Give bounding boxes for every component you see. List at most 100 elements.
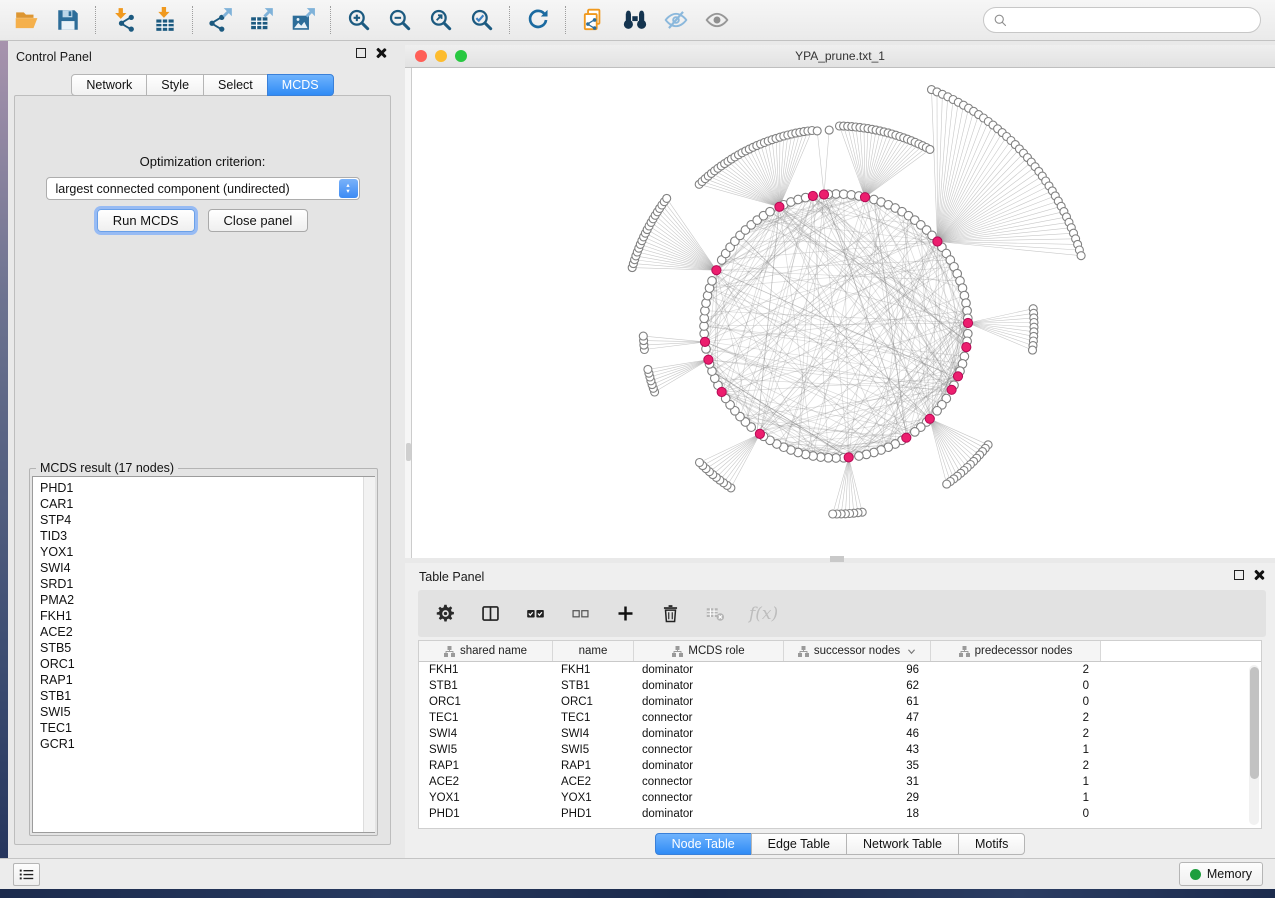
export-image-button[interactable] <box>282 3 323 37</box>
mcds-node[interactable] <box>717 387 726 396</box>
table-row[interactable]: SWI4SWI4dominator462 <box>419 726 1261 742</box>
mcds-node[interactable] <box>755 429 764 438</box>
traffic-light-minimize-icon[interactable] <box>435 50 447 62</box>
mcds-node[interactable] <box>947 385 956 394</box>
network-node[interactable] <box>1077 252 1085 260</box>
refresh-layout-button[interactable] <box>517 3 558 37</box>
search-box[interactable] <box>983 7 1261 33</box>
mcds-node[interactable] <box>933 237 942 246</box>
task-history-button[interactable] <box>13 863 40 886</box>
tab-motifs[interactable]: Motifs <box>958 833 1025 855</box>
mcds-result-item[interactable]: ORC1 <box>40 656 374 672</box>
table-row[interactable]: RAP1RAP1dominator352 <box>419 758 1261 774</box>
mcds-result-item[interactable]: SWI4 <box>40 560 374 576</box>
table-row[interactable]: ACE2ACE2connector311 <box>419 774 1261 790</box>
network-vertical-scrollbar[interactable] <box>405 68 412 558</box>
clone-network-button[interactable] <box>573 3 614 37</box>
table-row[interactable]: TEC1TEC1connector472 <box>419 710 1261 726</box>
network-node[interactable] <box>813 127 821 135</box>
settings-gear-button[interactable] <box>434 599 456 629</box>
table-row[interactable]: STB1STB1dominator620 <box>419 678 1261 694</box>
table-row[interactable]: PHD1PHD1dominator180 <box>419 806 1261 822</box>
network-node[interactable] <box>926 145 934 153</box>
column-layout-button[interactable] <box>479 599 501 629</box>
mcds-result-item[interactable]: STB5 <box>40 640 374 656</box>
mcds-result-item[interactable]: CAR1 <box>40 496 374 512</box>
network-node[interactable] <box>829 510 837 518</box>
mcds-result-item[interactable]: ACE2 <box>40 624 374 640</box>
zoom-in-button[interactable] <box>338 3 379 37</box>
mcds-node[interactable] <box>962 343 971 352</box>
network-node[interactable] <box>663 194 671 202</box>
mcds-node[interactable] <box>712 266 721 275</box>
tab-edge-table[interactable]: Edge Table <box>751 833 847 855</box>
network-horizontal-scrollbar-thumb[interactable] <box>830 556 844 562</box>
close-panel-button[interactable]: Close panel <box>208 209 309 232</box>
mcds-node[interactable] <box>902 433 911 442</box>
mcds-node[interactable] <box>704 355 713 364</box>
mcds-result-item[interactable]: TID3 <box>40 528 374 544</box>
mcds-node[interactable] <box>775 202 784 211</box>
tab-style[interactable]: Style <box>146 74 204 96</box>
network-node[interactable] <box>639 332 647 340</box>
column-header-predecessor-nodes[interactable]: predecessor nodes <box>931 641 1101 661</box>
network-node[interactable] <box>1029 346 1037 354</box>
table-scrollbar-thumb[interactable] <box>1250 667 1259 779</box>
tab-node-table[interactable]: Node Table <box>655 833 752 855</box>
tab-network[interactable]: Network <box>71 74 147 96</box>
delete-column-button[interactable] <box>659 599 681 629</box>
zoom-out-button[interactable] <box>379 3 420 37</box>
network-node[interactable] <box>825 126 833 134</box>
close-table-panel-icon[interactable] <box>1253 569 1265 581</box>
mcds-result-item[interactable]: PHD1 <box>40 480 374 496</box>
mcds-node[interactable] <box>860 193 869 202</box>
network-node[interactable] <box>644 365 652 373</box>
add-column-button[interactable] <box>614 599 636 629</box>
float-table-panel-icon[interactable] <box>1234 570 1244 580</box>
zoom-fit-button[interactable] <box>420 3 461 37</box>
save-session-button[interactable] <box>47 3 88 37</box>
table-row[interactable]: FKH1FKH1dominator962 <box>419 662 1261 678</box>
mcds-result-item[interactable]: SWI5 <box>40 704 374 720</box>
traffic-light-maximize-icon[interactable] <box>455 50 467 62</box>
network-node[interactable] <box>708 277 717 286</box>
tab-select[interactable]: Select <box>203 74 268 96</box>
tab-mcds[interactable]: MCDS <box>267 74 334 96</box>
mcds-result-item[interactable]: SRD1 <box>40 576 374 592</box>
network-node[interactable] <box>911 428 920 437</box>
function-builder-button[interactable]: f(x) <box>749 599 778 629</box>
mcds-result-item[interactable]: FKH1 <box>40 608 374 624</box>
search-input[interactable] <box>1014 13 1251 27</box>
mcds-list-scrollbar[interactable] <box>363 477 375 832</box>
column-header-MCDS-role[interactable]: MCDS role <box>634 641 784 661</box>
column-header-name[interactable]: name <box>553 641 634 661</box>
mcds-result-item[interactable]: YOX1 <box>40 544 374 560</box>
unselect-all-checkboxes-button[interactable] <box>569 599 591 629</box>
mcds-node[interactable] <box>844 453 853 462</box>
mcds-result-list[interactable]: PHD1CAR1STP4TID3YOX1SWI4SRD1PMA2FKH1ACE2… <box>32 476 375 833</box>
mcds-result-item[interactable]: STB1 <box>40 688 374 704</box>
traffic-light-close-icon[interactable] <box>415 50 427 62</box>
column-header-successor-nodes[interactable]: successor nodes <box>784 641 931 661</box>
network-node[interactable] <box>933 407 942 416</box>
float-panel-icon[interactable] <box>356 48 366 58</box>
mcds-node[interactable] <box>700 337 709 346</box>
mcds-node[interactable] <box>953 372 962 381</box>
mcds-node[interactable] <box>819 190 828 199</box>
criterion-dropdown[interactable]: largest connected component (undirected)… <box>46 177 360 200</box>
export-network-button[interactable] <box>200 3 241 37</box>
network-canvas[interactable] <box>405 68 1275 558</box>
run-mcds-button[interactable]: Run MCDS <box>97 209 195 232</box>
open-file-button[interactable] <box>6 3 47 37</box>
network-node[interactable] <box>696 459 704 467</box>
delete-table-button[interactable] <box>704 599 726 629</box>
network-vertical-scrollbar-thumb[interactable] <box>406 443 411 461</box>
table-row[interactable]: SWI5SWI5connector431 <box>419 742 1261 758</box>
import-table-button[interactable] <box>144 3 185 37</box>
import-network-button[interactable] <box>103 3 144 37</box>
mcds-result-item[interactable]: TEC1 <box>40 720 374 736</box>
network-node[interactable] <box>943 480 951 488</box>
show-all-button[interactable] <box>696 3 737 37</box>
hide-selected-button[interactable] <box>655 3 696 37</box>
memory-button[interactable]: Memory <box>1179 862 1263 886</box>
